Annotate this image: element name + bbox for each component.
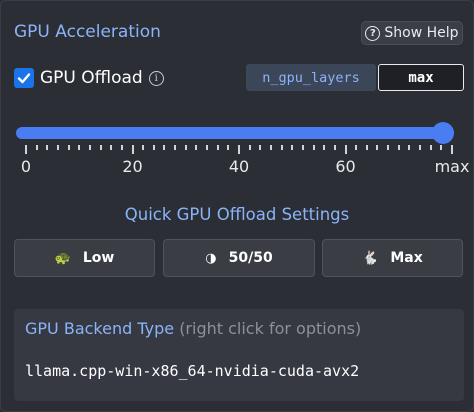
minor-tick <box>184 145 187 150</box>
major-tick <box>25 145 27 154</box>
minor-tick <box>99 145 102 150</box>
low-offload-button[interactable]: 🐢 Low <box>14 239 155 277</box>
minor-tick <box>163 145 166 150</box>
minor-tick <box>142 145 145 150</box>
major-tick <box>131 145 134 154</box>
major-tick <box>238 145 240 154</box>
major-tick <box>451 145 453 154</box>
show-help-button[interactable]: ? Show Help <box>361 21 463 45</box>
major-tick <box>344 145 347 154</box>
slider-thumb[interactable] <box>432 122 454 144</box>
minor-tick <box>46 145 49 150</box>
minor-tick <box>35 145 38 150</box>
half-label: 50/50 <box>228 250 273 266</box>
minor-tick <box>259 145 262 150</box>
minor-tick <box>56 145 59 150</box>
gpu-offload-row: GPU Offload i <box>14 66 164 90</box>
minor-tick <box>216 145 219 150</box>
backend-hint: (right click for options) <box>179 319 362 338</box>
tick-label: 0 <box>20 157 32 176</box>
low-label: Low <box>82 250 115 266</box>
minor-tick <box>419 145 422 150</box>
minor-tick <box>408 145 411 150</box>
slider-fill <box>16 127 454 139</box>
minor-tick <box>227 145 230 150</box>
minor-tick <box>269 145 272 150</box>
tick-label: 20 <box>122 157 143 176</box>
gpu-backend-panel[interactable]: GPU Backend Type (right click for option… <box>14 309 464 401</box>
info-icon[interactable]: i <box>148 70 164 86</box>
minor-tick <box>248 145 251 150</box>
minor-tick <box>206 145 209 150</box>
minor-tick <box>397 145 400 150</box>
quick-settings-title: Quick GPU Offload Settings <box>124 205 350 224</box>
max-offload-button[interactable]: 🐇 Max <box>322 239 463 277</box>
max-label: Max <box>390 250 423 266</box>
backend-value: llama.cpp-win-x86_64-nvidia-cuda-avx2 <box>25 362 360 380</box>
minor-tick <box>429 145 432 150</box>
minor-tick <box>280 145 283 150</box>
turtle-icon: 🐢 <box>54 250 71 266</box>
question-circle-icon: ? <box>365 25 381 41</box>
param-name-badge: n_gpu_layers <box>246 64 376 91</box>
minor-tick <box>120 145 123 150</box>
minor-tick <box>333 145 336 150</box>
minor-tick <box>312 145 315 150</box>
show-help-label: Show Help <box>384 25 459 41</box>
half-offload-button[interactable]: ◑ 50/50 <box>163 239 315 277</box>
minor-tick <box>88 145 91 150</box>
minor-tick <box>110 145 113 150</box>
rabbit-icon: 🐇 <box>362 250 379 266</box>
gpu-layers-slider-track[interactable] <box>16 127 454 139</box>
minor-tick <box>301 145 304 150</box>
minor-tick <box>152 145 155 150</box>
minor-tick <box>440 145 443 150</box>
half-circle-icon: ◑ <box>205 250 217 266</box>
tick-label: 60 <box>335 157 356 176</box>
backend-title-text: GPU Backend Type <box>25 319 175 338</box>
minor-tick <box>67 145 70 150</box>
minor-tick <box>387 145 390 150</box>
minor-tick <box>376 145 379 150</box>
minor-tick <box>78 145 81 150</box>
minor-tick <box>174 145 177 150</box>
section-title: GPU Acceleration <box>14 22 161 42</box>
minor-tick <box>323 145 326 150</box>
gpu-offload-checkbox[interactable] <box>14 68 34 88</box>
tick-label: 40 <box>228 157 250 176</box>
checkmark-icon <box>17 73 31 84</box>
tick-label: max <box>434 157 470 176</box>
minor-tick <box>365 145 368 150</box>
backend-title: GPU Backend Type (right click for option… <box>25 319 361 338</box>
gpu-offload-label: GPU Offload <box>40 68 143 88</box>
minor-tick <box>195 145 198 150</box>
minor-tick <box>291 145 294 150</box>
param-value-input[interactable]: max <box>378 64 464 91</box>
minor-tick <box>355 145 358 150</box>
